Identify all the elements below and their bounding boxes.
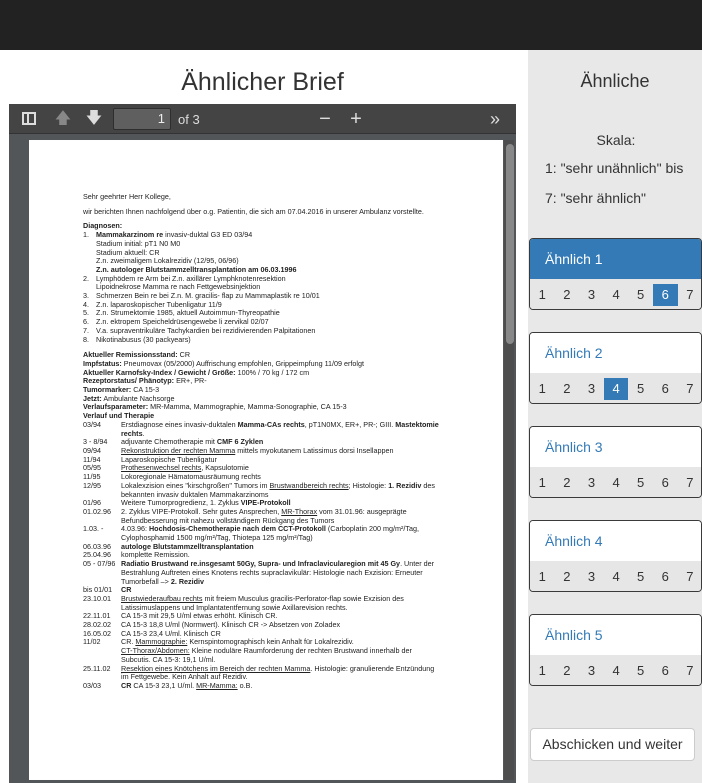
table-row: 05 - 07/96 Radiatio Brustwand re.insgesam…	[83, 559, 435, 586]
table-row: 25.11.02 Resektion eines Knötchens im Ber…	[83, 663, 435, 682]
rating-option-2[interactable]: 2	[555, 472, 580, 494]
rating-group-label[interactable]: Ähnlich 1	[530, 239, 701, 279]
rating-group-label[interactable]: Ähnlich 5	[530, 615, 701, 655]
letter-text: Sehr geehrter Herr Kollege, wir berichte…	[83, 192, 443, 691]
rating-group-label[interactable]: Ähnlich 3	[530, 427, 701, 467]
page-count: of 3	[178, 112, 200, 127]
list-item: 8. Nikotinabusus (30 packyears)	[83, 334, 191, 344]
sidebar-toggle-icon[interactable]	[21, 109, 39, 129]
table-row: 23.10.01 Brustwiederaufbau rechts mit fre…	[83, 593, 404, 612]
rating-option-4[interactable]: 4	[604, 566, 629, 588]
rating-options: 1234567	[530, 373, 701, 403]
rating-option-3[interactable]: 3	[579, 284, 604, 306]
table-row: 1.03. -4.03.96: Hochdosis-Chemotherapie …	[83, 524, 419, 543]
rating-option-7[interactable]: 7	[678, 660, 701, 682]
rating-option-6[interactable]: 6	[653, 660, 678, 682]
submit-button[interactable]: Abschicken und weiter	[530, 728, 695, 761]
rating-option-2[interactable]: 2	[555, 566, 580, 588]
rating-option-3[interactable]: 3	[579, 660, 604, 682]
rating-group-3: Ähnlich 31234567	[529, 426, 702, 498]
rating-option-7[interactable]: 7	[678, 472, 701, 494]
table-row: 03/03 CR CA 15-3 23,1 U/ml. MR-Mamma: o.B…	[83, 680, 253, 690]
rating-option-6[interactable]: 6	[653, 472, 678, 494]
rating-group-5: Ähnlich 51234567	[529, 614, 702, 686]
greeting: Sehr geehrter Herr Kollege,	[83, 192, 171, 201]
rating-option-4[interactable]: 4	[603, 378, 629, 400]
rating-option-4[interactable]: 4	[604, 472, 629, 494]
zoom-in-icon[interactable]: +	[347, 109, 365, 129]
rating-option-5[interactable]: 5	[628, 472, 653, 494]
rating-option-6[interactable]: 6	[653, 378, 678, 400]
rating-options: 1234567	[530, 467, 701, 497]
rating-option-5[interactable]: 5	[628, 566, 653, 588]
table-row: 03/94 Erstdiagnose eines invasiv-duktalen…	[83, 419, 439, 438]
rating-option-7[interactable]: 7	[678, 284, 701, 306]
scale-title: Skala:	[596, 132, 636, 148]
rating-group-2: Ähnlich 21234567	[529, 332, 702, 404]
rating-options: 1234567	[530, 655, 701, 685]
rating-option-3[interactable]: 3	[579, 378, 604, 400]
page-title: Ähnlicher Brief	[181, 68, 344, 96]
page-number-input[interactable]: 1	[113, 108, 171, 130]
sidebar-title: Ähnliche	[580, 71, 650, 91]
pdf-viewer: 🡅 🡇 1 of 3 − + » Sehr geehrter Herr Koll…	[9, 104, 516, 783]
rating-option-1[interactable]: 1	[530, 566, 555, 588]
pdf-toolbar: 🡅 🡇 1 of 3 − + »	[9, 104, 516, 134]
top-navbar	[0, 0, 702, 50]
rating-option-2[interactable]: 2	[555, 660, 580, 682]
table-row: 11/02 CR. Mammographie: Kernspintomograph…	[83, 637, 412, 664]
rating-option-3[interactable]: 3	[579, 566, 604, 588]
table-row: 12/95 Lokalexzision eines "kirschgroßen" …	[83, 480, 435, 499]
rating-option-3[interactable]: 3	[579, 472, 604, 494]
rating-options: 1234567	[530, 561, 701, 591]
rating-group-1: Ähnlich 11234567	[529, 238, 702, 310]
rating-option-5[interactable]: 5	[628, 660, 653, 682]
zoom-out-icon[interactable]: −	[316, 109, 334, 129]
pdf-page: Sehr geehrter Herr Kollege, wir berichte…	[29, 140, 503, 780]
scale-max-label: 7: "sehr ähnlich"	[545, 190, 646, 206]
rating-option-4[interactable]: 4	[604, 660, 629, 682]
rating-option-6[interactable]: 6	[652, 284, 678, 306]
rating-option-2[interactable]: 2	[555, 284, 580, 306]
rating-option-1[interactable]: 1	[530, 284, 555, 306]
table-row: 01.02.96 2. Zyklus VIPE-Protokoll. Sehr g…	[83, 506, 407, 525]
arrow-down-icon[interactable]: 🡇	[85, 109, 103, 129]
rating-group-label[interactable]: Ähnlich 2	[530, 333, 701, 373]
intro: wir berichten Ihnen nachfolgend über o.g…	[83, 206, 424, 216]
rating-options: 1234567	[530, 279, 701, 309]
arrow-up-icon[interactable]: 🡅	[54, 109, 72, 129]
scrollbar-thumb[interactable]	[506, 144, 514, 344]
rating-option-6[interactable]: 6	[653, 566, 678, 588]
double-chevron-right-icon[interactable]: »	[485, 109, 505, 129]
rating-option-4[interactable]: 4	[604, 284, 629, 306]
rating-option-1[interactable]: 1	[530, 472, 555, 494]
rating-option-1[interactable]: 1	[530, 378, 555, 400]
rating-option-1[interactable]: 1	[530, 660, 555, 682]
scale-min-label: 1: "sehr unähnlich" bis	[545, 160, 684, 176]
rating-option-7[interactable]: 7	[678, 378, 701, 400]
rating-option-5[interactable]: 5	[628, 284, 653, 306]
rating-option-5[interactable]: 5	[628, 378, 653, 400]
rating-option-2[interactable]: 2	[555, 378, 580, 400]
rating-group-label[interactable]: Ähnlich 4	[530, 521, 701, 561]
rating-option-7[interactable]: 7	[678, 566, 701, 588]
rating-group-4: Ähnlich 41234567	[529, 520, 702, 592]
